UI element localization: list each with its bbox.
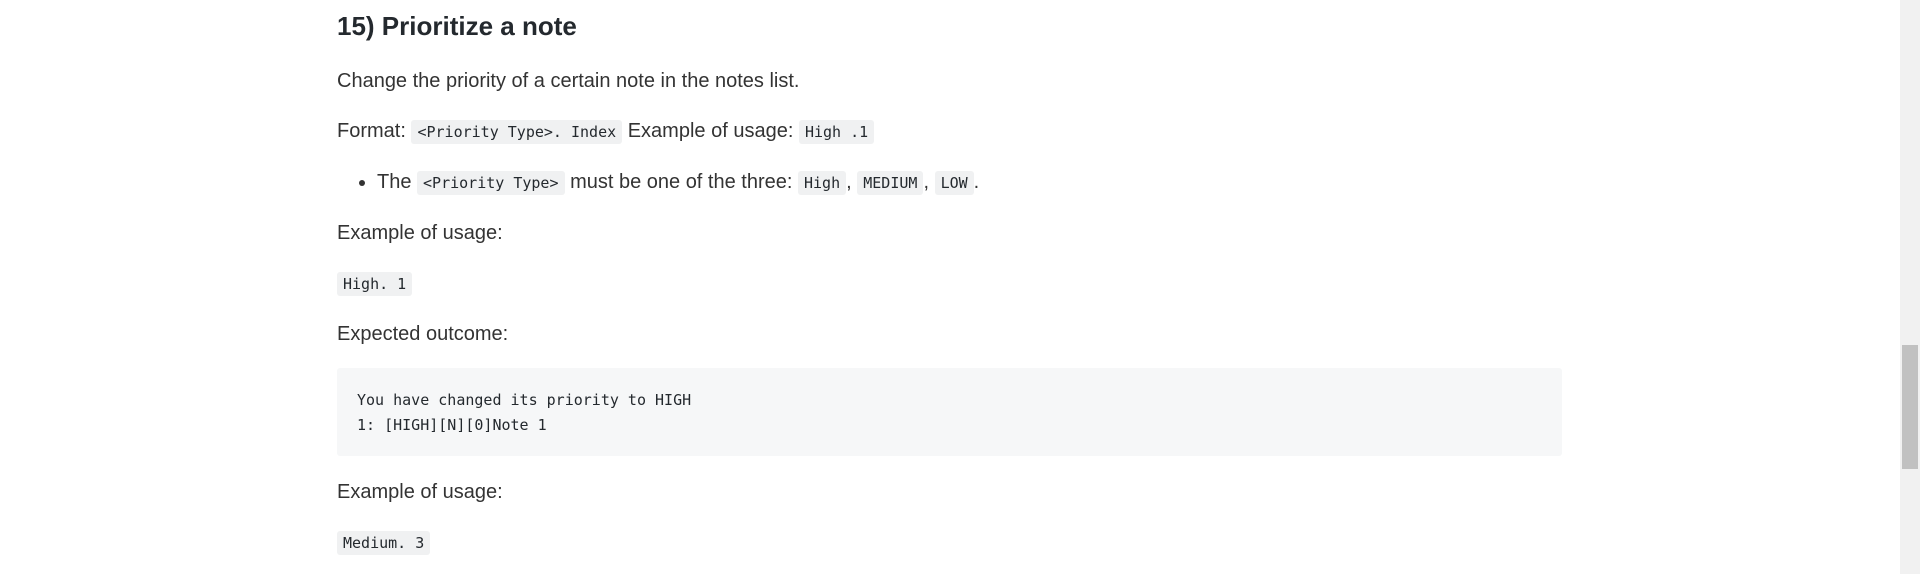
outcome-label: Expected outcome: [337, 323, 509, 345]
outcome-code-block: You have changed its priority to HIGH 1:… [337, 368, 1562, 456]
example2-label: Example of usage: [337, 481, 503, 503]
section-heading: 15) Prioritize a note [337, 11, 577, 41]
outcome-line-2: 1: [HIGH][N][0]Note 1 [357, 416, 547, 434]
outcome-line-1: You have changed its priority to HIGH [357, 391, 692, 409]
format-example-label: Example of usage: [627, 120, 794, 142]
bullet-end: . [973, 171, 980, 193]
format-paragraph: Format: <Priority Type>. Index Example o… [337, 117, 1562, 146]
separator: , [846, 171, 852, 193]
vertical-scrollbar[interactable] [1900, 0, 1920, 574]
separator: , [923, 171, 929, 193]
example1-code: High. 1 [337, 272, 413, 296]
bullet-prefix: The [377, 171, 412, 193]
example1-label: Example of usage: [337, 222, 503, 244]
scrollbar-thumb[interactable] [1902, 345, 1918, 469]
option-medium-code: MEDIUM [857, 171, 924, 195]
constraint-list: The <Priority Type> must be one of the t… [337, 168, 1562, 197]
format-label: Format: [337, 120, 406, 142]
content-column: 15) Prioritize a note Change the priorit… [337, 0, 1562, 557]
option-low-code: LOW [934, 171, 974, 195]
document-page: 15) Prioritize a note Change the priorit… [0, 0, 1920, 574]
format-code: <Priority Type>. Index [411, 120, 623, 144]
list-item: The <Priority Type> must be one of the t… [377, 168, 1562, 197]
bullet-middle: must be one of the three: [570, 171, 793, 193]
option-high-code: High [798, 171, 847, 195]
example1-paragraph: High. 1 [337, 269, 1562, 298]
section-description: Change the priority of a certain note in… [337, 70, 800, 92]
example2-code: Medium. 3 [337, 531, 431, 555]
priority-type-code: <Priority Type> [417, 171, 565, 195]
example2-paragraph: Medium. 3 [337, 528, 1562, 557]
format-example-code: High .1 [798, 120, 875, 144]
